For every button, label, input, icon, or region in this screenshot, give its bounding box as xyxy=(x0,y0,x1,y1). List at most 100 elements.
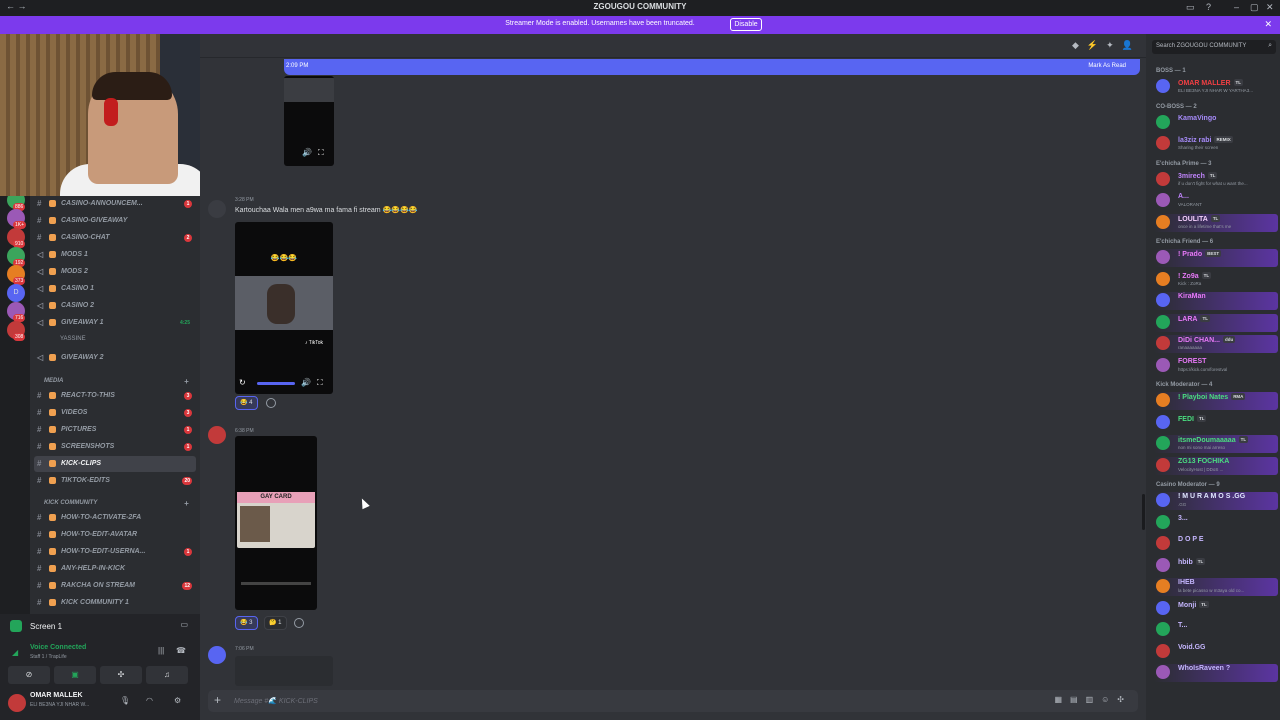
headphones-icon[interactable]: ◠ xyxy=(146,696,153,705)
member-item[interactable]: Monji TL xyxy=(1154,600,1278,618)
fullscreen-icon[interactable]: ⛶ xyxy=(318,148,324,158)
channel-item[interactable]: ◁ MODS 1 xyxy=(34,247,196,263)
message-avatar[interactable] xyxy=(208,426,226,444)
member-item[interactable]: ! Zo9a TL Kick : ZoRa xyxy=(1154,271,1278,289)
soundboard-button[interactable]: ♫ xyxy=(146,666,188,684)
member-item[interactable]: IHEB la bete picasso w m3aya old co... xyxy=(1154,578,1278,596)
activities-button[interactable]: ✣ xyxy=(100,666,142,684)
member-item[interactable]: D O P E xyxy=(1154,535,1278,553)
category-media[interactable]: MEDIA + xyxy=(44,377,189,386)
search-input[interactable]: Search ZGOUGOU COMMUNITY ⌕ xyxy=(1152,40,1276,54)
channel-item[interactable]: # PICTURES 1 xyxy=(34,422,196,438)
screen-share-row[interactable]: Screen 1 ▭ xyxy=(8,616,194,636)
voice-channel-label[interactable]: Staff 1 / TrapLife xyxy=(30,654,67,660)
add-channel-icon[interactable]: + xyxy=(184,377,189,386)
member-item[interactable]: FOREST https://kick.com/forestval xyxy=(1154,357,1278,375)
member-item[interactable]: ! M U R A M O S .GG .GG xyxy=(1154,492,1278,510)
channel-item[interactable]: # CASINO-CHAT 2 xyxy=(34,230,196,246)
embed-preview[interactable] xyxy=(235,656,333,686)
channel-item[interactable]: ◁ CASINO 1 xyxy=(34,281,196,297)
disconnect-icon[interactable]: ☎ xyxy=(176,646,186,655)
member-item[interactable]: LOULITA TL once in a lifetime that's me xyxy=(1154,213,1278,232)
mark-as-read-button[interactable]: Mark As Read xyxy=(1088,63,1126,69)
add-attachment-icon[interactable]: + xyxy=(214,693,221,707)
video-attachment[interactable]: 😂😂😂 ♪ TikTok ↻ 🔊 ⛶ xyxy=(235,222,333,394)
member-item[interactable]: la3ziz rabi REMIX Sharing their screen xyxy=(1154,135,1278,153)
add-reaction-icon[interactable] xyxy=(294,618,304,628)
camera-off-button[interactable]: ⊘ xyxy=(8,666,50,684)
channel-item[interactable]: # RAKCHA ON STREAM 12 xyxy=(34,578,196,594)
member-item[interactable]: OMAR MALLER TL ELI BE3NA YJI NHAR W YARTHA… xyxy=(1154,78,1278,96)
new-messages-bar[interactable]: 2:09 PM Mark As Read xyxy=(284,59,1140,75)
channel-item[interactable]: ◁ GIVEAWAY 1 4:25 xyxy=(34,315,196,331)
close-banner-icon[interactable]: ✕ xyxy=(1264,19,1272,30)
channel-item[interactable]: # VIDEOS 3 xyxy=(34,405,196,421)
channel-item[interactable]: # SCREENSHOTS 1 xyxy=(34,439,196,455)
reaction[interactable]: 😂 3 xyxy=(235,616,258,630)
reaction[interactable]: 😂 4 xyxy=(235,396,258,410)
volume-icon[interactable]: 🔊 xyxy=(301,378,311,387)
member-item[interactable]: DiDi CHAN... ddu ranaaaaaaa xyxy=(1154,335,1278,353)
member-item[interactable]: ! Playboi Nates RMA xyxy=(1154,392,1278,410)
member-item[interactable]: hbib TL xyxy=(1154,557,1278,575)
member-item[interactable]: A... VALORANT xyxy=(1154,192,1278,210)
channel-item[interactable]: ◁ CASINO 2 xyxy=(34,298,196,314)
member-item[interactable]: FEDI TL xyxy=(1154,414,1278,432)
channel-item[interactable]: # CASINO-GIVEAWAY xyxy=(34,213,196,229)
member-item[interactable]: LARA TL xyxy=(1154,313,1278,332)
video-attachment-prev[interactable]: 🔊 ⛶ xyxy=(284,76,334,166)
popout-icon[interactable]: ▭ xyxy=(180,620,188,629)
disable-button[interactable]: Disable xyxy=(730,18,762,31)
message-avatar[interactable] xyxy=(208,200,226,218)
message-composer[interactable]: + Message #🌊 KICK-CLIPS ▦▤▥☺✣ xyxy=(208,690,1138,712)
add-channel-icon[interactable]: + xyxy=(184,499,189,508)
share-screen-button[interactable]: ▣ xyxy=(54,666,96,684)
member-tag: TL xyxy=(1199,600,1209,608)
fullscreen-icon[interactable]: ⛶ xyxy=(317,378,323,388)
member-item[interactable]: KamaVingo xyxy=(1154,114,1278,132)
add-reaction-icon[interactable] xyxy=(266,398,276,408)
member-item[interactable]: ZG13 FOCHIKA VelocityHost | DDoS ... xyxy=(1154,456,1278,475)
image-attachment[interactable]: GAY CARD xyxy=(235,436,317,610)
member-item[interactable]: KiraMan xyxy=(1154,292,1278,310)
category-kick-community[interactable]: KICK COMMUNITY + xyxy=(44,499,189,508)
minimize-icon[interactable]: – xyxy=(1234,2,1239,12)
close-window-icon[interactable]: ✕ xyxy=(1266,2,1274,13)
voice-user[interactable]: YASSINE xyxy=(60,336,86,342)
member-item[interactable]: WhoIsRaveen ? xyxy=(1154,664,1278,682)
channel-item[interactable]: # HOW-TO-EDIT-USERNA... 1 xyxy=(34,544,196,560)
reaction[interactable]: 🤔 1 xyxy=(264,616,287,630)
member-item[interactable]: 3... xyxy=(1154,514,1278,532)
avatar[interactable] xyxy=(8,694,26,712)
server-icon[interactable]: D xyxy=(7,283,25,302)
member-item[interactable]: Void.GG xyxy=(1154,643,1278,661)
channel-item[interactable]: ◁ GIVEAWAY 2 xyxy=(34,350,196,366)
channel-item[interactable]: ◁ MODS 2 xyxy=(34,264,196,280)
channel-item[interactable]: # KICK-CLIPS xyxy=(34,456,196,472)
channel-item[interactable]: # KICK COMMUNITY 1 xyxy=(34,595,196,611)
chat-scrollbar[interactable] xyxy=(1142,494,1145,530)
settings-icon[interactable]: ⚙ xyxy=(174,696,181,705)
webcam-person-hair xyxy=(92,72,172,100)
member-item[interactable]: itsmeDoumaaaaa TL non mi sono mai arreso xyxy=(1154,435,1278,453)
noise-icon[interactable]: ||| xyxy=(158,646,164,655)
channel-item[interactable]: # HOW-TO-ACTIVATE-2FA xyxy=(34,510,196,526)
maximize-icon[interactable]: ▢ xyxy=(1250,2,1259,13)
channel-item[interactable]: # TIKTOK-EDITS 20 xyxy=(34,473,196,489)
message-avatar[interactable] xyxy=(208,646,226,664)
volume-icon[interactable]: 🔊 xyxy=(302,148,312,157)
channel-item[interactable]: # CASINO-ANNOUNCEM... 1 xyxy=(34,196,196,212)
channel-item[interactable]: # ANY-HELP-IN-KICK xyxy=(34,561,196,577)
composer-tools[interactable]: ▦▤▥☺✣ xyxy=(1054,695,1132,704)
header-icons[interactable]: ◆⚡✦👤 xyxy=(1072,40,1141,51)
channel-item[interactable]: # REACT-TO-THIS 3 xyxy=(34,388,196,404)
mic-icon[interactable]: 🎙 xyxy=(120,696,130,705)
replay-icon[interactable]: ↻ xyxy=(239,378,246,387)
help-icon[interactable]: ? xyxy=(1206,2,1211,12)
video-progress[interactable] xyxy=(257,382,295,385)
inbox-icon[interactable]: ▭ xyxy=(1186,2,1195,13)
channel-item[interactable]: # HOW-TO-EDIT-AVATAR xyxy=(34,527,196,543)
member-item[interactable]: 3mirech TL if u don't fight for what u wan… xyxy=(1154,171,1278,189)
member-item[interactable]: T... xyxy=(1154,621,1278,639)
member-item[interactable]: ! Prado BEST xyxy=(1154,249,1278,267)
